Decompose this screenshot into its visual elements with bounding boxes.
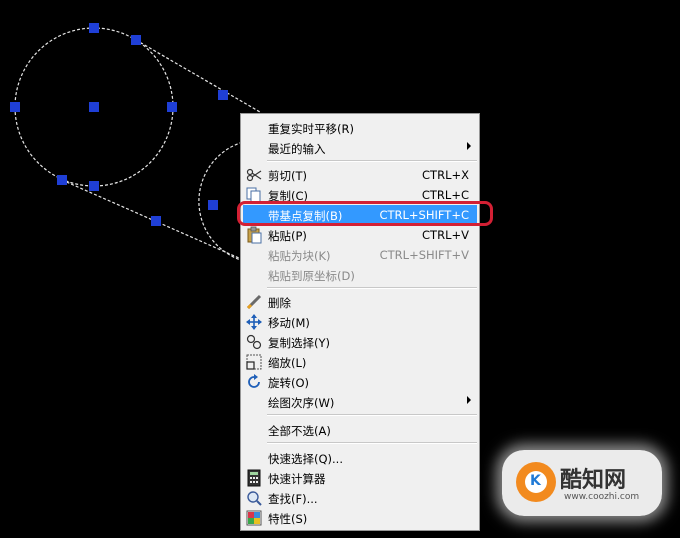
grip[interactable] <box>10 102 20 112</box>
grip[interactable] <box>57 175 67 185</box>
context-menu: 重复实时平移(R) 最近的输入 剪切(T) CTRL+X 复制(C) CTRL+… <box>240 113 480 531</box>
menu-item-rotate[interactable]: 旋转(O) <box>243 372 477 392</box>
menu-item-label: 缩放(L) <box>268 356 307 370</box>
menu-item-label: 剪切(T) <box>268 169 307 183</box>
menu-item-label: 粘贴为块(K) <box>268 249 331 263</box>
tangent-line-top[interactable] <box>135 39 261 113</box>
watermark-logo-icon: K <box>516 462 556 502</box>
menu-item-label: 快速计算器 <box>268 472 326 486</box>
grip[interactable] <box>208 200 218 210</box>
scale-icon <box>245 353 263 371</box>
menu-item-paste-as-block[interactable]: 粘贴为块(K) CTRL+SHIFT+V <box>243 245 477 265</box>
menu-item-recent-input[interactable]: 最近的输入 <box>243 138 477 158</box>
menu-item-label: 绘图次序(W) <box>268 396 335 410</box>
watermark-url: www.coozhi.com <box>564 492 640 502</box>
menu-item-find[interactable]: 查找(F)... <box>243 488 477 508</box>
watermark-logo-letter: K <box>530 473 541 489</box>
menu-item-label: 移动(M) <box>268 316 310 330</box>
paste-icon <box>245 226 263 244</box>
menu-item-draw-order[interactable]: 绘图次序(W) <box>243 392 477 412</box>
menu-item-delete[interactable]: 删除 <box>243 292 477 312</box>
menu-item-cut[interactable]: 剪切(T) CTRL+X <box>243 165 477 185</box>
grip[interactable] <box>167 102 177 112</box>
menu-item-label: 特性(S) <box>268 512 308 526</box>
menu-item-label: 重复实时平移(R) <box>268 122 354 136</box>
grip[interactable] <box>218 90 228 100</box>
grip[interactable] <box>89 181 99 191</box>
menu-item-label: 快速选择(Q)... <box>268 452 343 466</box>
menu-item-label: 删除 <box>268 296 291 310</box>
grip[interactable] <box>131 35 141 45</box>
find-icon <box>245 489 263 507</box>
grip[interactable] <box>89 23 99 33</box>
eraser-icon <box>245 293 263 311</box>
submenu-arrow-icon <box>467 396 471 404</box>
menu-item-move[interactable]: 移动(M) <box>243 312 477 332</box>
menu-item-copy-selection[interactable]: 复制选择(Y) <box>243 332 477 352</box>
scissors-icon <box>245 166 263 184</box>
menu-separator <box>267 442 477 444</box>
menu-separator <box>267 160 477 162</box>
menu-item-quick-calculator[interactable]: 快速计算器 <box>243 468 477 488</box>
watermark-title: 酷知网 <box>560 468 627 493</box>
menu-item-scale[interactable]: 缩放(L) <box>243 352 477 372</box>
menu-item-shortcut: CTRL+C <box>421 188 469 202</box>
menu-item-label: 最近的输入 <box>268 142 326 156</box>
highlight-callout <box>237 201 493 226</box>
menu-item-shortcut: CTRL+X <box>422 168 469 182</box>
menu-separator <box>267 414 477 416</box>
menu-item-repeat-pan[interactable]: 重复实时平移(R) <box>243 118 477 138</box>
rotate-icon <box>245 373 263 391</box>
submenu-arrow-icon <box>467 142 471 150</box>
menu-item-shortcut: CTRL+SHIFT+V <box>379 248 469 262</box>
menu-item-label: 旋转(O) <box>268 376 310 390</box>
menu-item-properties[interactable]: 特性(S) <box>243 508 477 528</box>
menu-item-label: 粘贴到原坐标(D) <box>268 269 355 283</box>
menu-item-quick-select[interactable]: 快速选择(Q)... <box>243 448 477 468</box>
menu-item-label: 查找(F)... <box>268 492 318 506</box>
properties-icon <box>245 509 263 527</box>
grip[interactable] <box>89 102 99 112</box>
menu-item-label: 粘贴(P) <box>268 229 307 243</box>
watermark: K 酷知网 www.coozhi.com <box>502 450 662 516</box>
menu-item-shortcut: CTRL+V <box>422 228 469 242</box>
move-icon <box>245 313 263 331</box>
menu-separator <box>267 287 477 289</box>
menu-item-deselect-all[interactable]: 全部不选(A) <box>243 420 477 440</box>
calculator-icon <box>245 469 263 487</box>
menu-item-paste-to-original-coords[interactable]: 粘贴到原坐标(D) <box>243 265 477 285</box>
menu-item-paste[interactable]: 粘贴(P) CTRL+V <box>243 225 477 245</box>
grip[interactable] <box>151 216 161 226</box>
copy-selection-icon <box>245 333 263 351</box>
menu-item-label: 复制选择(Y) <box>268 336 330 350</box>
menu-item-label: 全部不选(A) <box>268 424 331 438</box>
